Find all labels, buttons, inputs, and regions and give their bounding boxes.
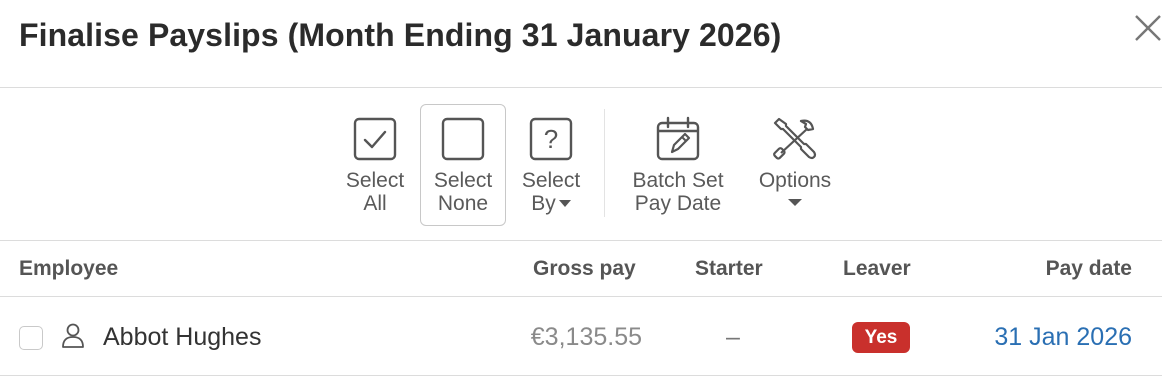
gross-pay-value: €3,135.55 <box>530 323 642 351</box>
question-box-icon: ? <box>529 117 573 161</box>
column-gross-pay[interactable]: Gross pay <box>533 257 636 281</box>
checkbox-empty-icon <box>441 117 485 161</box>
person-icon <box>62 323 84 348</box>
select-by-button[interactable]: ? Select By <box>510 104 592 226</box>
table-row: Abbot Hughes €3,135.55 – Yes 31 Jan 2026 <box>0 298 1162 376</box>
dropdown-caret-icon <box>788 199 802 206</box>
column-starter[interactable]: Starter <box>695 257 763 281</box>
options-button[interactable]: Options <box>748 104 842 226</box>
leaver-badge: Yes <box>852 322 910 353</box>
table-header: Employee Gross pay Starter Leaver Pay da… <box>0 242 1162 297</box>
toolbar: Select All Select None ? Select By Batch… <box>0 89 1162 241</box>
toolbar-divider <box>604 109 605 217</box>
options-label: Options <box>749 169 841 206</box>
close-icon[interactable] <box>1128 10 1162 44</box>
row-checkbox[interactable] <box>19 326 43 350</box>
dropdown-caret-icon <box>558 199 571 207</box>
dialog-title: Finalise Payslips (Month Ending 31 Janua… <box>19 17 782 53</box>
calendar-edit-icon <box>656 116 700 161</box>
svg-text:?: ? <box>544 124 558 154</box>
select-all-button[interactable]: Select All <box>334 104 416 226</box>
select-none-label: Select None <box>433 169 493 215</box>
dialog-header: Finalise Payslips (Month Ending 31 Janua… <box>0 0 1162 88</box>
select-by-label: Select By <box>521 169 581 215</box>
column-employee[interactable]: Employee <box>19 257 118 281</box>
checkbox-checked-icon <box>353 117 397 161</box>
employee-name[interactable]: Abbot Hughes <box>103 323 261 352</box>
batch-set-pay-date-button[interactable]: Batch Set Pay Date <box>622 104 734 226</box>
select-all-label: Select All <box>345 169 405 215</box>
column-leaver[interactable]: Leaver <box>843 257 911 281</box>
select-none-button[interactable]: Select None <box>420 104 506 226</box>
starter-value: – <box>726 323 740 351</box>
batch-set-pay-date-label: Batch Set Pay Date <box>632 169 724 215</box>
column-pay-date[interactable]: Pay date <box>1046 257 1132 281</box>
tools-icon <box>773 117 817 160</box>
pay-date-link[interactable]: 31 Jan 2026 <box>994 323 1132 352</box>
